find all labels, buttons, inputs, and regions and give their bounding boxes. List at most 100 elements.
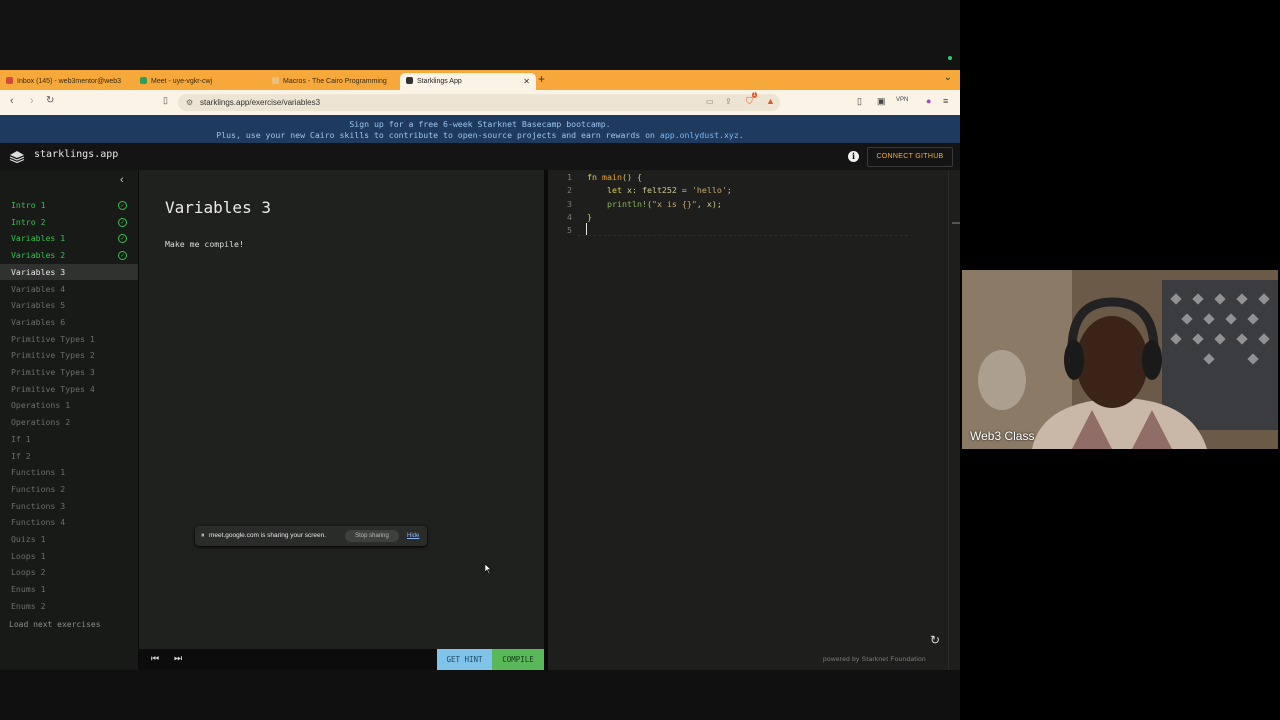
sidebar-item[interactable]: Intro 2 ✓: [0, 214, 138, 230]
sidebar-item-label: Variables 2: [11, 250, 66, 261]
sidebar-item-label: Variables 6: [11, 316, 66, 327]
back-arrow-icon[interactable]: ‹: [10, 95, 14, 107]
share-status-text: meet.google.com is sharing your screen.: [209, 532, 327, 539]
browser-tab-gmail[interactable]: Inbox (145) - web3mentor@web3: [6, 73, 130, 90]
compile-button[interactable]: COMPILE: [492, 649, 544, 670]
new-tab-plus-icon[interactable]: +: [538, 72, 545, 86]
menu-icon[interactable]: ≡: [943, 96, 948, 106]
sidebar-item[interactable]: Loops 2: [0, 564, 138, 580]
banner-line-2: Plus, use your new Cairo skills to contr…: [0, 130, 960, 140]
next-exercise-icon[interactable]: ⏭: [174, 653, 182, 664]
sidebar-item[interactable]: Variables 4: [0, 281, 138, 297]
app-name[interactable]: starklings.app: [34, 149, 118, 160]
exercise-toolbar: ⏮ ⏭ GET HINT COMPILE: [139, 649, 544, 670]
banner-period: .: [738, 130, 744, 140]
sidebar-item-label: Operations 2: [11, 417, 71, 428]
connect-github-button[interactable]: CONNECT GITHUB: [867, 147, 953, 167]
collapse-sidebar-chevron-icon[interactable]: ‹: [120, 174, 124, 186]
rewards-icon[interactable]: ▲: [766, 96, 775, 106]
bookmark-icon[interactable]: ▯: [163, 95, 168, 106]
sidebar-item-label: Loops 1: [11, 550, 46, 561]
sidebar-item[interactable]: Primitive Types 4: [0, 381, 138, 397]
onlydust-link[interactable]: app.onlydust.xyz: [660, 130, 739, 140]
line-number: 4: [567, 211, 572, 222]
browser-tab-macros[interactable]: Macros - The Cairo Programming: [272, 73, 394, 90]
browser-tab-starklings[interactable]: Starklings App ✕: [400, 73, 536, 90]
wallet-icon[interactable]: ▣: [877, 96, 886, 107]
sidebar-item[interactable]: Variables 5: [0, 297, 138, 313]
sidebar-item[interactable]: Operations 1: [0, 397, 138, 413]
sidebar-item-label: Loops 2: [11, 567, 46, 578]
text-caret: [586, 223, 587, 235]
tab-label: Starklings App: [417, 78, 462, 85]
sidebar-item[interactable]: Functions 1: [0, 464, 138, 480]
sidebar-item[interactable]: Variables 2 ✓: [0, 247, 138, 263]
participant-video-tile[interactable]: Web3 Class: [962, 270, 1278, 449]
check-circle-icon: ✓: [118, 201, 127, 210]
site-settings-icon[interactable]: ⚙: [186, 94, 193, 111]
get-hint-button[interactable]: GET HINT: [437, 649, 492, 670]
exercise-title: Variables 3: [165, 198, 271, 217]
previous-exercise-icon[interactable]: ⏮: [151, 653, 159, 664]
address-bar[interactable]: ⚙ starklings.app/exercise/variables3 ▭ ⇪…: [178, 92, 780, 111]
vpn-label[interactable]: VPN: [896, 97, 908, 103]
sidebar-item[interactable]: Primitive Types 3: [0, 364, 138, 380]
pause-icon: ⏸: [201, 532, 205, 539]
sidebar-item-label: Variables 5: [11, 300, 66, 311]
sidebar-item[interactable]: If 1: [0, 431, 138, 447]
browser-tab-meet[interactable]: Meet - uye-vgkr-cwj: [140, 73, 264, 90]
sidebar-item-label: Variables 4: [11, 283, 66, 294]
code-editor[interactable]: 1 fn main() {2 let x: felt252 = 'hello'; 3…: [548, 170, 960, 670]
sidebar-item[interactable]: Functions 4: [0, 514, 138, 530]
sidebar-item[interactable]: Loops 1: [0, 548, 138, 564]
share-icon[interactable]: ⇪: [725, 97, 732, 106]
recording-indicator-icon: [948, 56, 952, 60]
close-tab-icon[interactable]: ✕: [523, 73, 530, 90]
screen-cast-icon[interactable]: ▭: [706, 97, 714, 106]
code-line: 1 fn main() {: [548, 171, 958, 184]
sidebar-item-label: Operations 1: [11, 400, 71, 411]
sidebar-item[interactable]: Enums 2: [0, 598, 138, 614]
sidebar-item[interactable]: Variables 1 ✓: [0, 230, 138, 246]
sidebar-item-label: Enums 1: [11, 584, 46, 595]
meeting-top-bar: [0, 0, 960, 70]
sidebar-item[interactable]: Intro 1 ✓: [0, 197, 138, 213]
sidebar-item-label: Intro 1: [11, 200, 46, 210]
screen-share-toast: ⏸ meet.google.com is sharing your screen…: [195, 526, 427, 546]
sidebar-item[interactable]: Primitive Types 2: [0, 347, 138, 363]
reload-icon[interactable]: ↻: [46, 95, 54, 106]
hide-toast-link[interactable]: Hide: [407, 526, 419, 546]
sidebar-toggle-icon[interactable]: ▯: [857, 96, 862, 107]
sidebar-item[interactable]: If 2: [0, 448, 138, 464]
profile-icon[interactable]: ●: [926, 96, 931, 106]
sidebar-item-label: Primitive Types 4: [11, 383, 95, 394]
sidebar-item[interactable]: Variables 3: [0, 263, 138, 280]
code-token: fn: [587, 172, 602, 182]
sidebar-item[interactable]: Functions 3: [0, 498, 138, 514]
brave-shield-icon[interactable]: ⛉: [746, 96, 753, 107]
code-line: 4}: [548, 211, 958, 224]
forward-arrow-icon[interactable]: ›: [30, 95, 34, 107]
sidebar-item-label: Primitive Types 2: [11, 350, 95, 361]
code-line: 3 println!("x is {}", x);: [548, 198, 958, 211]
sidebar-item[interactable]: Functions 2: [0, 481, 138, 497]
sidebar-item[interactable]: Quizs 1: [0, 531, 138, 547]
sidebar-item-label: Variables 3: [11, 266, 66, 277]
sidebar-item[interactable]: Variables 6: [0, 314, 138, 330]
shared-screen: Inbox (145) - web3mentor@web3 Meet - uye…: [0, 70, 960, 670]
code-text: fn main() {: [587, 171, 642, 184]
sidebar-item-label: Functions 1: [11, 467, 66, 478]
url-text: starklings.app/exercise/variables3: [200, 98, 321, 107]
code-line: 5: [548, 224, 958, 237]
stop-sharing-button[interactable]: Stop sharing: [345, 530, 399, 542]
load-next-exercises-link[interactable]: Load next exercises: [9, 620, 101, 629]
sidebar-item[interactable]: Primitive Types 1: [0, 331, 138, 347]
editor-scrollbar[interactable]: [948, 170, 960, 670]
sidebar-item[interactable]: Enums 1: [0, 581, 138, 597]
tab-list-chevron-icon[interactable]: ⌄: [944, 72, 952, 83]
reset-code-icon[interactable]: ↻: [930, 633, 940, 647]
code-token: () {: [621, 172, 642, 182]
info-icon[interactable]: i: [848, 151, 859, 162]
sidebar-item-label: Primitive Types 1: [11, 333, 95, 344]
sidebar-item[interactable]: Operations 2: [0, 414, 138, 430]
